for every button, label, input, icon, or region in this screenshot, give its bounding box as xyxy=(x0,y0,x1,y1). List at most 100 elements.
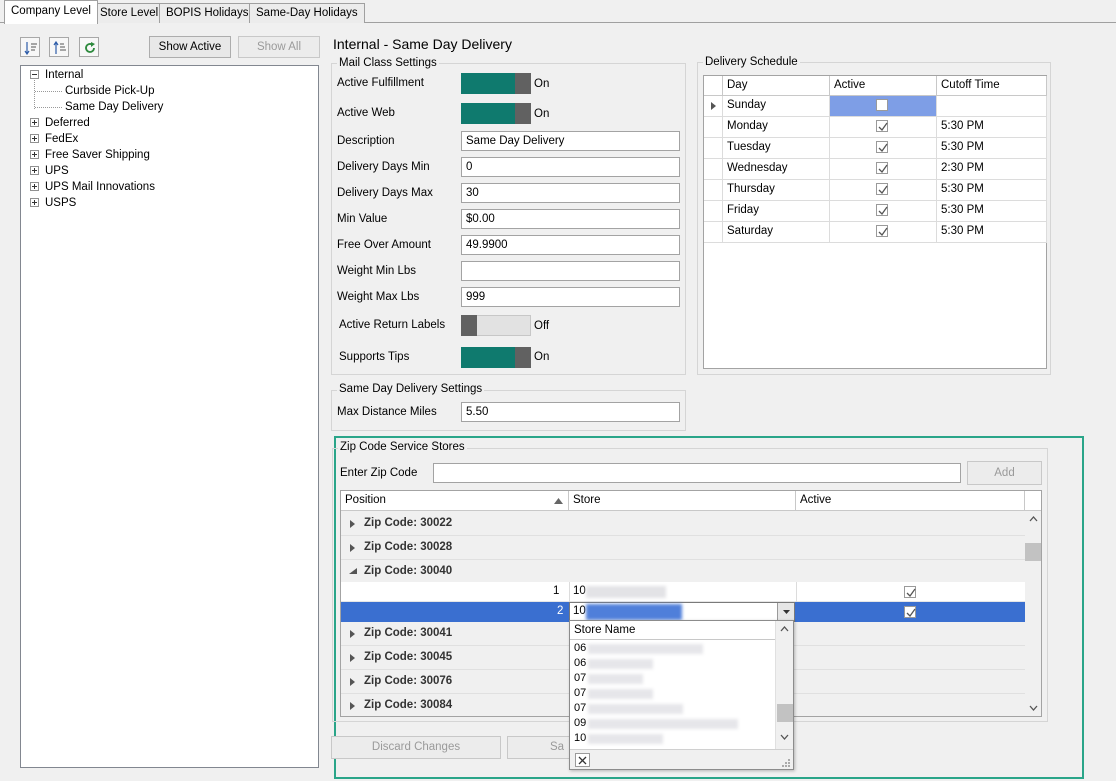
checkbox-checked[interactable] xyxy=(904,606,916,618)
expand-icon[interactable] xyxy=(30,118,39,127)
zip-group-row-expanded[interactable]: Zip Code: 30040 xyxy=(341,560,1025,582)
dropdown-scrollbar[interactable] xyxy=(775,621,793,749)
checkbox-checked[interactable] xyxy=(876,120,888,132)
schedule-cutoff-cell[interactable]: 5:30 PM xyxy=(937,180,1047,201)
weight-min-field[interactable] xyxy=(461,261,680,281)
supports-tips-toggle[interactable] xyxy=(461,347,531,368)
scroll-up-icon[interactable] xyxy=(1029,516,1038,522)
active-fulfillment-toggle[interactable] xyxy=(461,73,531,94)
show-active-button[interactable]: Show Active xyxy=(149,36,231,58)
store-combobox-value[interactable]: 10 xyxy=(573,605,586,617)
dropdown-item[interactable]: 09 xyxy=(574,717,586,732)
expand-arrow-icon[interactable] xyxy=(350,654,356,662)
tree-node-deferred[interactable]: Deferred xyxy=(45,116,90,130)
checkbox-unchecked[interactable] xyxy=(876,99,888,111)
scroll-up-icon[interactable] xyxy=(780,626,789,632)
tree-node-curbside-pickup[interactable]: Curbside Pick-Up xyxy=(65,84,154,98)
dropdown-item[interactable]: 10 xyxy=(574,732,586,747)
scrollbar-thumb[interactable] xyxy=(777,704,793,722)
max-distance-field[interactable]: 5.50 xyxy=(461,402,680,422)
discard-changes-button[interactable]: Discard Changes xyxy=(331,736,501,759)
dropdown-item[interactable]: 07 xyxy=(574,702,586,717)
table-row[interactable]: 1 10 xyxy=(341,582,1025,602)
description-field[interactable]: Same Day Delivery xyxy=(461,131,680,151)
delivery-days-min-field[interactable]: 0 xyxy=(461,157,680,177)
schedule-day-cell[interactable]: Wednesday xyxy=(723,159,830,180)
schedule-active-cell[interactable] xyxy=(830,201,937,222)
schedule-cutoff-cell[interactable]: 5:30 PM xyxy=(937,222,1047,243)
free-over-amount-field[interactable]: 49.9900 xyxy=(461,235,680,255)
table-row-selected[interactable]: 2 10 xyxy=(341,602,1025,622)
tree-node-usps[interactable]: USPS xyxy=(45,196,76,210)
expand-arrow-icon[interactable] xyxy=(350,678,356,686)
tree-node-ups[interactable]: UPS xyxy=(45,164,69,178)
refresh-button[interactable] xyxy=(79,37,99,57)
dropdown-item[interactable]: 06 xyxy=(574,657,586,672)
checkbox-checked[interactable] xyxy=(876,183,888,195)
dropdown-item[interactable]: 07 xyxy=(574,672,586,687)
expand-icon[interactable] xyxy=(30,166,39,175)
store-cell[interactable]: 10 xyxy=(573,585,586,597)
tab-company-level[interactable]: Company Level xyxy=(4,0,98,24)
checkbox-checked[interactable] xyxy=(876,204,888,216)
dropdown-item[interactable]: 07 xyxy=(574,687,586,702)
mail-class-tree[interactable]: Internal Curbside Pick-Up Same Day Deliv… xyxy=(20,65,319,768)
schedule-cutoff-cell[interactable]: 5:30 PM xyxy=(937,117,1047,138)
schedule-col-day[interactable]: Day xyxy=(723,76,830,96)
combobox-dropdown-button[interactable] xyxy=(777,603,794,621)
schedule-active-cell[interactable] xyxy=(830,138,937,159)
schedule-day-cell[interactable]: Saturday xyxy=(723,222,830,243)
position-cell[interactable]: 1 xyxy=(553,585,559,597)
zip-col-active[interactable]: Active xyxy=(796,491,1025,511)
zip-col-position[interactable]: Position xyxy=(341,491,569,511)
weight-max-field[interactable]: 999 xyxy=(461,287,680,307)
collapse-icon[interactable] xyxy=(30,70,39,79)
tab-bopis-holidays[interactable]: BOPIS Holidays xyxy=(159,3,256,23)
dropdown-item[interactable]: 06 xyxy=(574,642,586,657)
tree-node-free-saver-shipping[interactable]: Free Saver Shipping xyxy=(45,148,150,162)
schedule-col-cutoff[interactable]: Cutoff Time xyxy=(937,76,1047,96)
schedule-active-cell[interactable] xyxy=(830,180,937,201)
zip-col-store[interactable]: Store xyxy=(569,491,796,511)
checkbox-checked[interactable] xyxy=(876,162,888,174)
zip-group-row[interactable]: Zip Code: 30028 xyxy=(341,536,1025,560)
schedule-day-cell[interactable]: Monday xyxy=(723,117,830,138)
tab-store-level[interactable]: Store Level xyxy=(93,3,166,23)
expand-icon[interactable] xyxy=(30,182,39,191)
add-zip-button[interactable]: Add xyxy=(967,461,1042,485)
expand-arrow-icon[interactable] xyxy=(350,544,356,552)
active-return-labels-toggle[interactable] xyxy=(461,315,531,336)
zip-group-row[interactable]: Zip Code: 30022 xyxy=(341,512,1025,536)
schedule-active-cell[interactable] xyxy=(830,222,937,243)
store-dropdown-popup[interactable]: Store Name 06 06 07 07 07 09 10 xyxy=(569,620,794,770)
schedule-col-active[interactable]: Active xyxy=(830,76,937,96)
min-value-field[interactable]: $0.00 xyxy=(461,209,680,229)
tab-same-day-holidays[interactable]: Same-Day Holidays xyxy=(249,3,365,23)
expand-icon[interactable] xyxy=(30,134,39,143)
active-web-toggle[interactable] xyxy=(461,103,531,124)
expand-arrow-icon[interactable] xyxy=(350,702,356,710)
schedule-day-cell[interactable]: Friday xyxy=(723,201,830,222)
schedule-cutoff-cell[interactable]: 5:30 PM xyxy=(937,201,1047,222)
collapse-arrow-icon[interactable] xyxy=(349,568,357,574)
scrollbar-thumb[interactable] xyxy=(1025,543,1041,561)
delivery-days-max-field[interactable]: 30 xyxy=(461,183,680,203)
checkbox-checked[interactable] xyxy=(904,586,916,598)
checkbox-checked[interactable] xyxy=(876,225,888,237)
sort-ascending-button[interactable] xyxy=(20,37,40,57)
schedule-day-cell[interactable]: Tuesday xyxy=(723,138,830,159)
schedule-day-cell[interactable]: Thursday xyxy=(723,180,830,201)
checkbox-checked[interactable] xyxy=(876,141,888,153)
schedule-cutoff-cell[interactable]: 5:30 PM xyxy=(937,138,1047,159)
expand-arrow-icon[interactable] xyxy=(350,630,356,638)
store-name-column-header[interactable]: Store Name xyxy=(570,621,775,640)
zip-code-input[interactable] xyxy=(433,463,961,483)
schedule-cutoff-cell[interactable] xyxy=(937,96,1047,117)
schedule-grid[interactable]: Day Active Cutoff Time Sunday Monday 5:3… xyxy=(703,75,1047,369)
scroll-down-icon[interactable] xyxy=(780,734,789,740)
tree-node-ups-mail-innovations[interactable]: UPS Mail Innovations xyxy=(45,180,155,194)
show-all-button[interactable]: Show All xyxy=(238,36,320,58)
clear-selection-button[interactable] xyxy=(575,753,590,767)
zip-grid-scrollbar[interactable] xyxy=(1025,512,1041,716)
expand-icon[interactable] xyxy=(30,150,39,159)
